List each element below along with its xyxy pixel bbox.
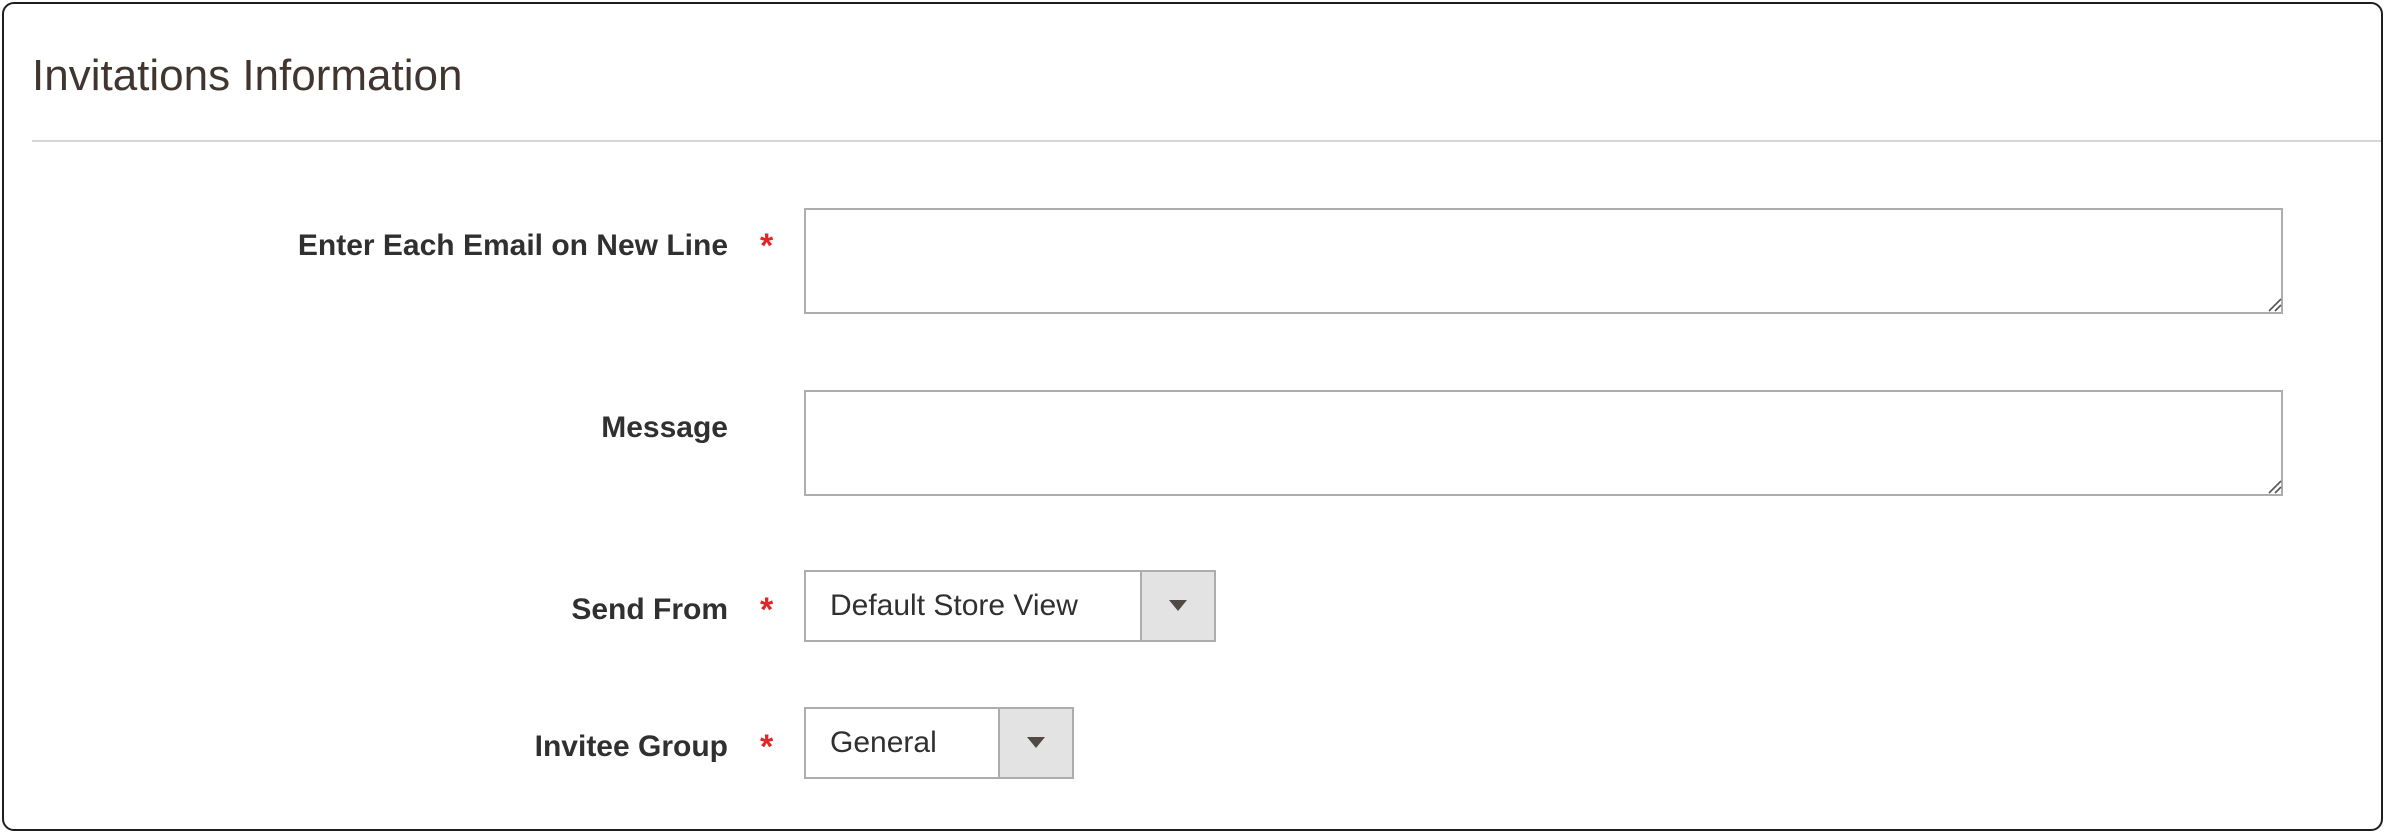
invitee-group-dropdown-button[interactable] [998,709,1072,777]
chevron-down-icon [1027,737,1045,748]
emails-required-mark: * [760,227,774,265]
emails-label: Enter Each Email on New Line [297,229,728,262]
invitations-panel: Invitations Information Enter Each Email… [2,2,2383,831]
section-divider [32,140,2381,142]
emails-resize-icon[interactable] [2266,296,2282,312]
section-title: Invitations Information [32,51,463,100]
send-from-select[interactable]: Default Store View [804,570,1216,642]
message-label: Message [601,411,728,444]
invitee-group-required-mark: * [760,728,774,766]
send-from-selected-value: Default Store View [830,589,1078,622]
invitee-group-selected-value: General [830,726,937,759]
emails-textarea[interactable] [804,208,2283,314]
message-resize-icon[interactable] [2266,478,2282,494]
invitee-group-select[interactable]: General [804,707,1074,779]
send-from-dropdown-button[interactable] [1140,572,1214,640]
send-from-label: Send From [571,593,728,626]
message-textarea[interactable] [804,390,2283,496]
send-from-required-mark: * [760,591,774,629]
chevron-down-icon [1169,600,1187,611]
invitee-group-label: Invitee Group [534,730,728,763]
